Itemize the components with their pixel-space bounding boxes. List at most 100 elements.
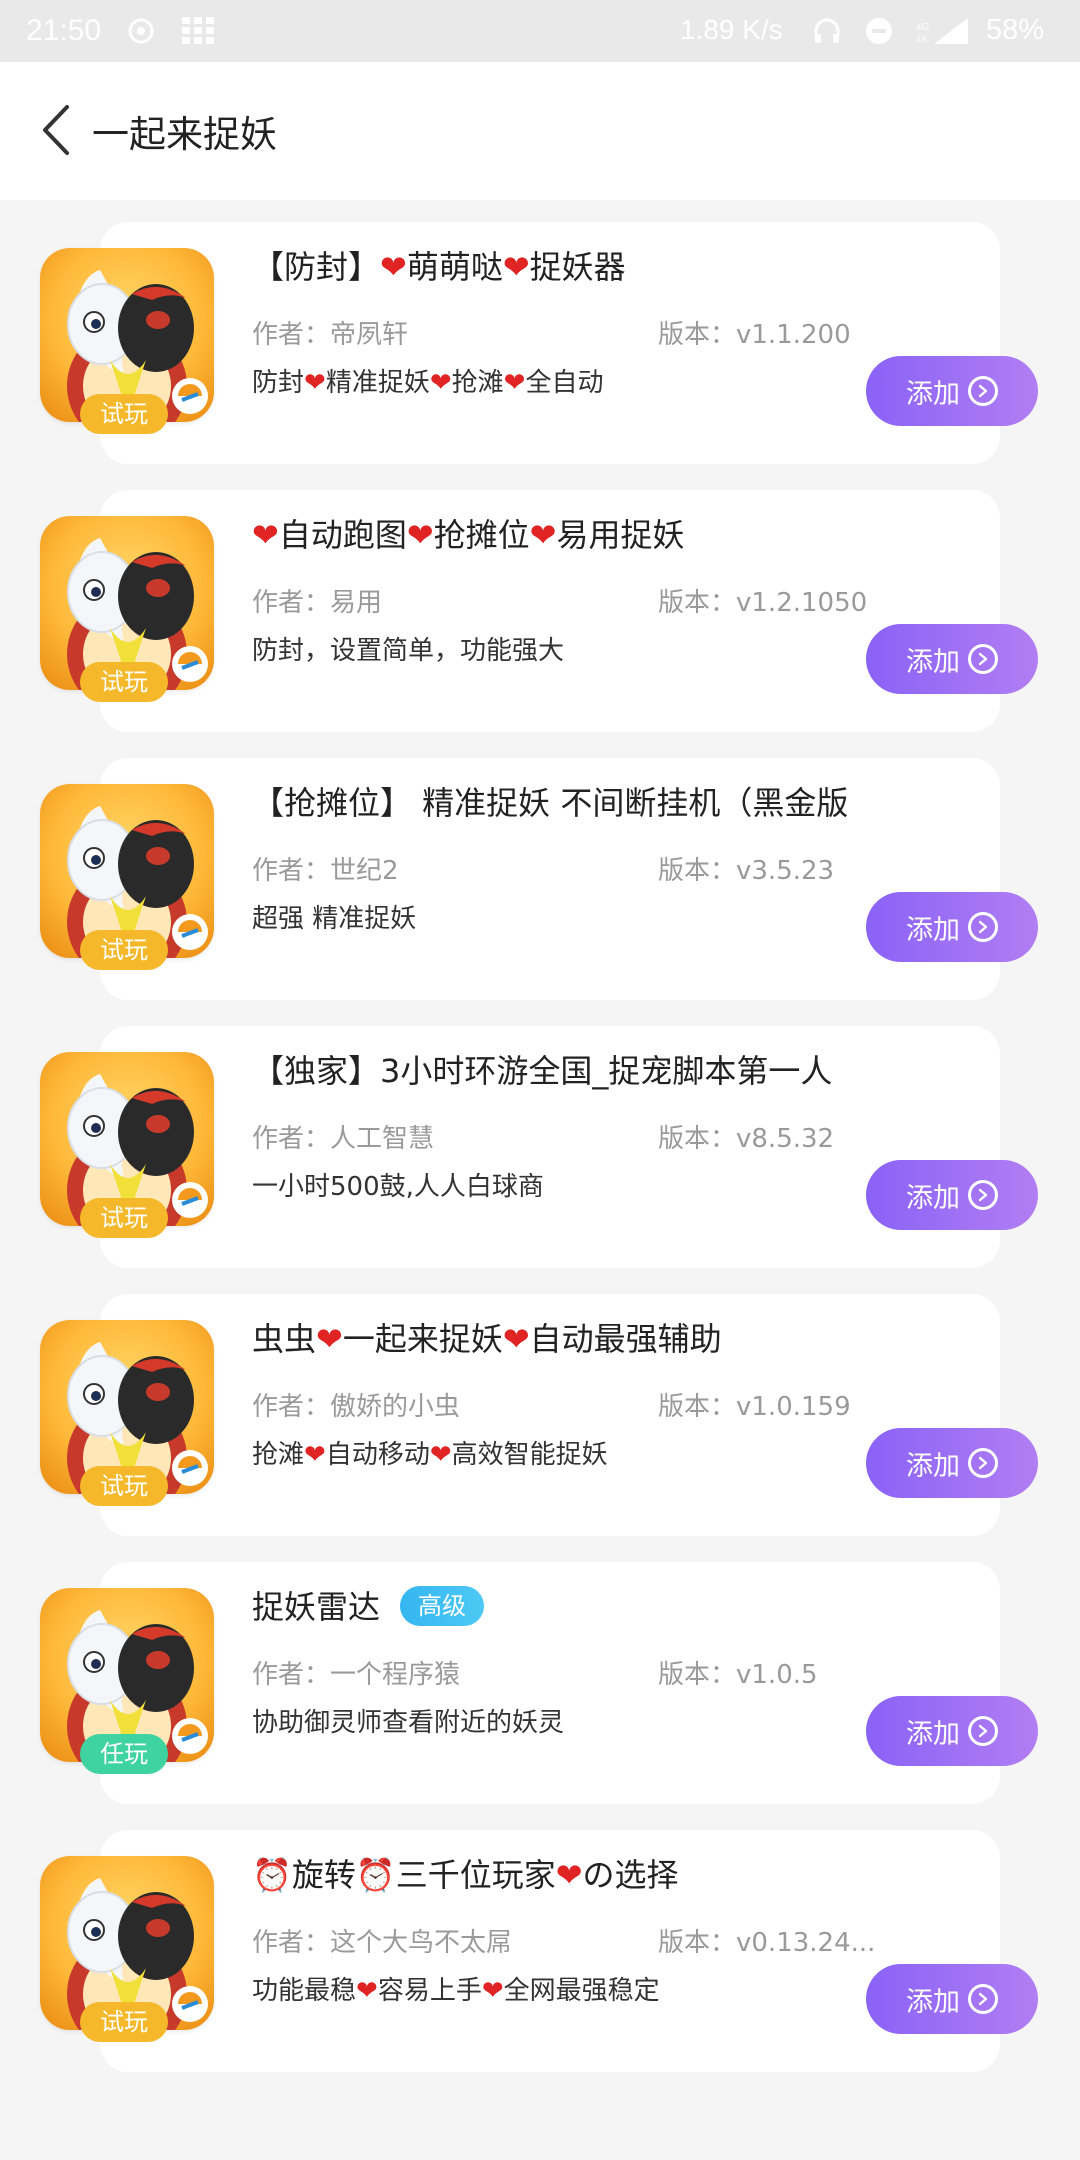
add-button-label: 添加 xyxy=(906,378,960,410)
app-header: 一起来捉妖 xyxy=(0,62,1080,200)
battery-level: 58% xyxy=(986,14,1045,46)
item-version: 版本：v1.0.159 xyxy=(658,1392,851,1422)
network-speed: 1.89 K/s xyxy=(680,14,783,45)
add-button[interactable]: 添加 xyxy=(866,1160,1038,1230)
item-title: 【独家】3小时环游全国_捉宠脚本第一人 xyxy=(252,1046,832,1092)
chevron-right-circle-icon xyxy=(968,1984,998,2014)
item-description: 一小时500鼓,人人白球商 xyxy=(252,1172,544,1202)
item-title: ⏰旋转⏰三千位玩家❤の选择 xyxy=(252,1850,679,1896)
add-button-label: 添加 xyxy=(906,646,960,678)
status-badge: 试玩 xyxy=(80,662,168,702)
dnd-icon xyxy=(862,14,896,48)
item-title: 捉妖雷达 高级 xyxy=(252,1582,485,1628)
grid-icon xyxy=(180,14,216,48)
add-button-label: 添加 xyxy=(906,1182,960,1214)
heart-icon: ❤ xyxy=(503,368,526,398)
add-button[interactable]: 添加 xyxy=(866,356,1038,426)
chevron-left-icon xyxy=(43,105,69,155)
chevron-right-circle-icon xyxy=(968,376,998,406)
item-title-text: ❤自动跑图❤抢摊位❤易用捉妖 xyxy=(252,516,685,554)
status-badge: 试玩 xyxy=(80,1466,168,1506)
item-version: 版本：v1.0.5 xyxy=(658,1660,818,1690)
item-description: 协助御灵师查看附近的妖灵 xyxy=(252,1708,565,1738)
status-time: 21:50 xyxy=(26,14,102,47)
item-author: 作者：人工智慧 xyxy=(252,1124,435,1154)
back-button[interactable] xyxy=(28,100,84,160)
heart-icon: ❤ xyxy=(555,1856,583,1894)
status-badge: 试玩 xyxy=(80,930,168,970)
list-item-6[interactable]: 任玩 捉妖雷达 高级 作者：一个程序猿 版本：v1.0.5 协助御灵师查看附近的妖… xyxy=(40,1562,1038,1804)
list-item-1[interactable]: 试玩 【防封】❤萌萌哒❤捉妖器 作者：帝夙轩 版本：v1.1.200 防封❤精准… xyxy=(40,222,1038,464)
add-button[interactable]: 添加 xyxy=(866,892,1038,962)
add-button[interactable]: 添加 xyxy=(866,1964,1038,2034)
status-badge: 任玩 xyxy=(80,1734,168,1774)
chevron-right-circle-icon xyxy=(968,1180,998,1210)
add-button-label: 添加 xyxy=(906,1450,960,1482)
netease-icon xyxy=(124,14,158,48)
heart-icon: ❤ xyxy=(481,1976,504,2006)
list-item-3[interactable]: 试玩 【抢摊位】 精准捉妖 不间断挂机（黑金版 作者：世纪2 版本：v3.5.2… xyxy=(40,758,1038,1000)
status-badge: 试玩 xyxy=(80,1198,168,1238)
heart-icon: ❤ xyxy=(356,1976,378,2006)
item-title-text: 捉妖雷达 xyxy=(252,1588,381,1626)
item-title: ❤自动跑图❤抢摊位❤易用捉妖 xyxy=(252,510,684,556)
add-button-label: 添加 xyxy=(906,1986,960,2018)
item-description: 防封，设置简单，功能强大 xyxy=(252,636,565,666)
add-button-label: 添加 xyxy=(906,914,960,946)
add-button-label: 添加 xyxy=(906,1718,960,1750)
page-title: 一起来捉妖 xyxy=(92,113,277,156)
add-button[interactable]: 添加 xyxy=(866,1696,1038,1766)
list-item-2[interactable]: 试玩 ❤自动跑图❤抢摊位❤易用捉妖 作者：易用 版本：v1.2.1050 防封，… xyxy=(40,490,1038,732)
item-version: 版本：v3.5.23 xyxy=(658,856,835,886)
heart-icon: ❤ xyxy=(429,1440,452,1470)
item-version: 版本：v0.13.24... xyxy=(658,1928,876,1958)
heart-icon: ❤ xyxy=(429,368,452,398)
chevron-right-circle-icon xyxy=(968,1448,998,1478)
status-badge: 试玩 xyxy=(80,394,168,434)
item-author: 作者：帝夙轩 xyxy=(252,320,409,350)
item-version: 版本：v8.5.32 xyxy=(658,1124,835,1154)
item-title-text: 【独家】3小时环游全国_捉宠脚本第一人 xyxy=(252,1052,833,1090)
heart-icon: ❤ xyxy=(502,1320,530,1358)
item-description: 抢滩❤自动移动❤高效智能捉妖 xyxy=(252,1440,608,1470)
item-author: 作者：一个程序猿 xyxy=(252,1660,461,1690)
headphones-icon xyxy=(810,14,844,48)
heart-icon: ❤ xyxy=(502,248,530,286)
item-title-text: ⏰旋转⏰三千位玩家❤の选择 xyxy=(252,1856,679,1894)
add-button[interactable]: 添加 xyxy=(866,624,1038,694)
svg-text:4G: 4G xyxy=(916,22,930,33)
heart-icon: ❤ xyxy=(529,516,557,554)
item-description: 防封❤精准捉妖❤抢滩❤全自动 xyxy=(252,368,604,398)
chevron-right-circle-icon xyxy=(968,912,998,942)
heart-icon: ❤ xyxy=(304,1440,326,1470)
item-description: 超强 精准捉妖 xyxy=(252,904,417,934)
list-item-5[interactable]: 试玩 虫虫❤一起来捉妖❤自动最强辅助 作者：傲娇的小虫 版本：v1.0.159 … xyxy=(40,1294,1038,1536)
item-author: 作者：傲娇的小虫 xyxy=(252,1392,461,1422)
item-title-text: 【防封】❤萌萌哒❤捉妖器 xyxy=(252,248,626,286)
item-title: 虫虫❤一起来捉妖❤自动最强辅助 xyxy=(252,1314,722,1360)
item-author: 作者：世纪2 xyxy=(252,856,399,886)
list-item-4[interactable]: 试玩 【独家】3小时环游全国_捉宠脚本第一人 作者：人工智慧 版本：v8.5.3… xyxy=(40,1026,1038,1268)
heart-icon: ❤ xyxy=(406,516,434,554)
svg-text:1X: 1X xyxy=(916,34,927,44)
chevron-right-circle-icon xyxy=(968,1716,998,1746)
heart-icon: ❤ xyxy=(380,248,407,286)
item-author: 作者：这个大鸟不太屌 xyxy=(252,1928,513,1958)
item-title: 【抢摊位】 精准捉妖 不间断挂机（黑金版 xyxy=(252,778,848,824)
item-description: 功能最稳❤容易上手❤全网最强稳定 xyxy=(252,1976,660,2006)
item-title-text: 【抢摊位】 精准捉妖 不间断挂机（黑金版 xyxy=(252,784,849,822)
item-version: 版本：v1.1.200 xyxy=(658,320,851,350)
status-bar: 21:50 1.89 K/s 4G 1X 58% xyxy=(0,0,1080,62)
list-item-7[interactable]: 试玩 ⏰旋转⏰三千位玩家❤の选择 作者：这个大鸟不太屌 版本：v0.13.24.… xyxy=(40,1830,1038,2072)
item-version: 版本：v1.2.1050 xyxy=(658,588,868,618)
level-tag: 高级 xyxy=(400,1586,485,1626)
status-badge: 试玩 xyxy=(80,2002,168,2042)
heart-icon: ❤ xyxy=(304,368,326,398)
add-button[interactable]: 添加 xyxy=(866,1428,1038,1498)
heart-icon: ❤ xyxy=(316,1320,343,1358)
item-title-text: 虫虫❤一起来捉妖❤自动最强辅助 xyxy=(252,1320,722,1358)
item-title: 【防封】❤萌萌哒❤捉妖器 xyxy=(252,242,626,288)
signal-icon: 4G 1X xyxy=(912,14,972,48)
item-author: 作者：易用 xyxy=(252,588,383,618)
heart-icon: ❤ xyxy=(252,516,279,554)
